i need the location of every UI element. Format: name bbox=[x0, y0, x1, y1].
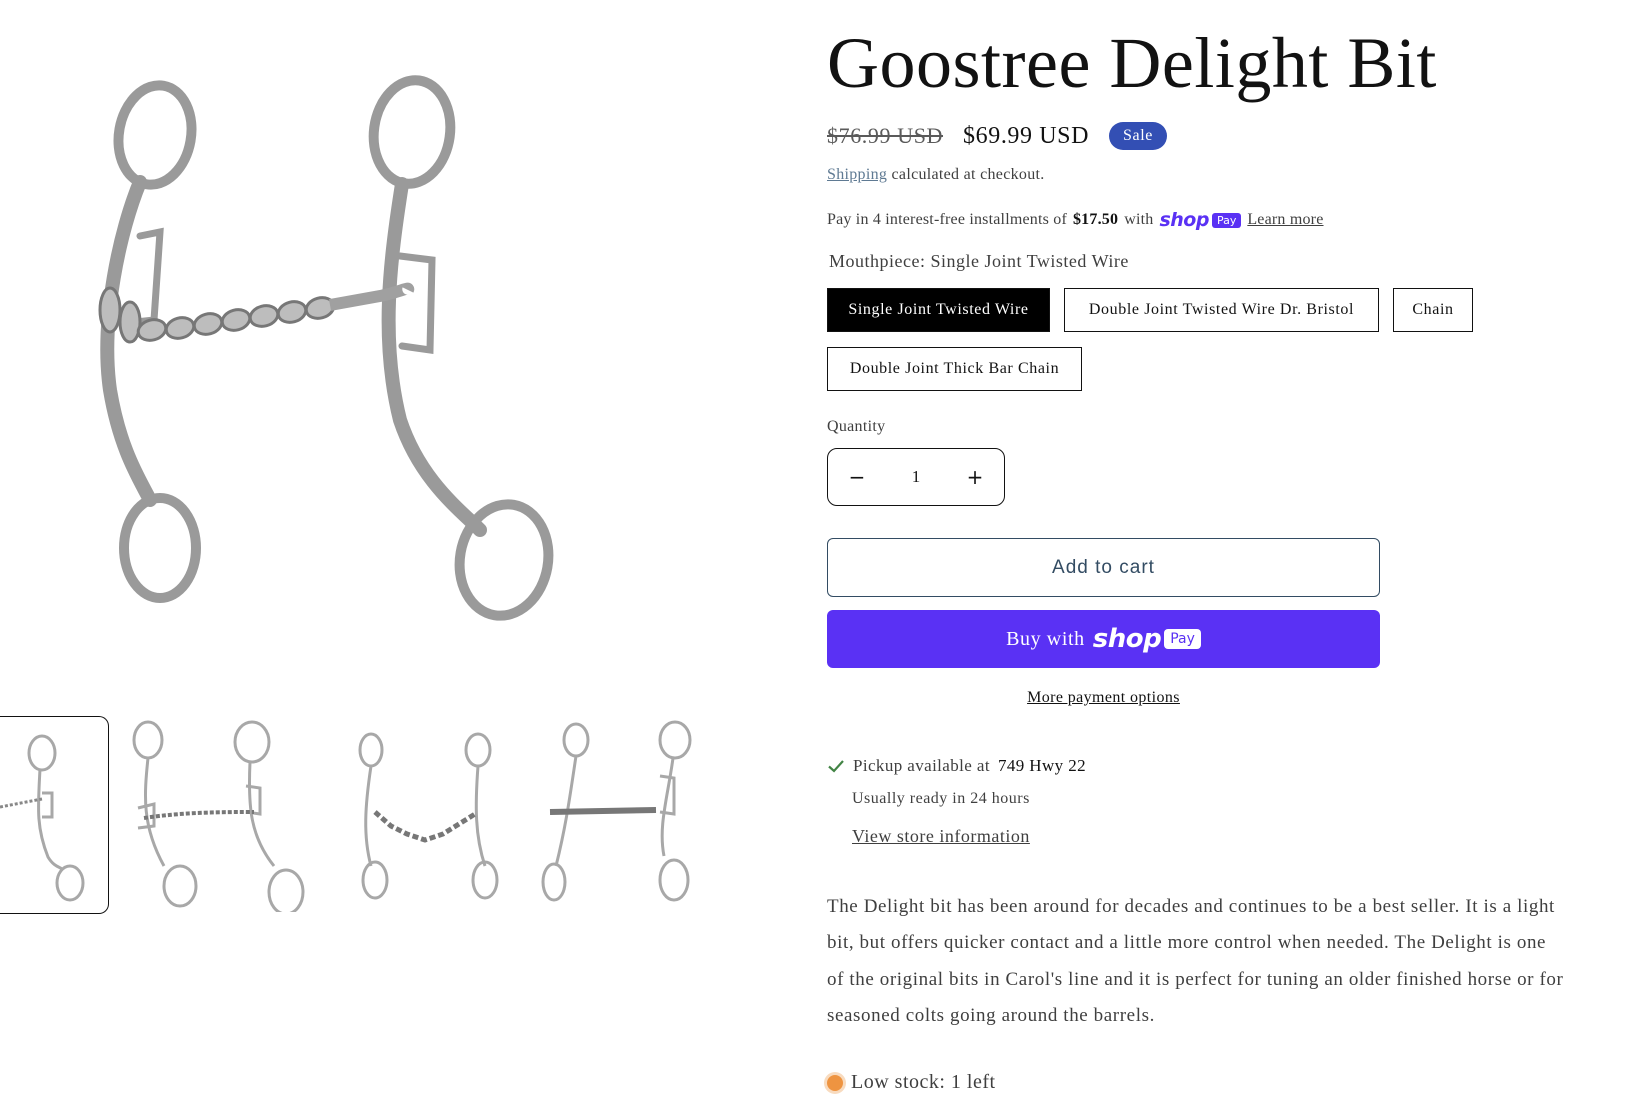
thumbnail-2[interactable] bbox=[124, 716, 314, 912]
variant-label: Mouthpiece: Single Joint Twisted Wire bbox=[829, 251, 1129, 271]
shop-pay-logo: shop Pay bbox=[1093, 624, 1201, 654]
variant-option-double-joint-thick-bar-chain[interactable]: Double Joint Thick Bar Chain bbox=[827, 347, 1082, 391]
variant-option-double-joint-twisted-wire-dr-bristol[interactable]: Double Joint Twisted Wire Dr. Bristol bbox=[1064, 288, 1379, 332]
pickup-prefix: Pickup available at bbox=[853, 756, 990, 775]
thumbnail-1[interactable] bbox=[0, 716, 109, 914]
low-stock-text: Low stock: 1 left bbox=[851, 1071, 996, 1093]
quantity-input[interactable]: 1 bbox=[896, 467, 936, 487]
pay-logo-box: Pay bbox=[1211, 212, 1242, 228]
shop-logo-text: shop bbox=[1159, 209, 1209, 231]
pickup-ready-time: Usually ready in 24 hours bbox=[852, 790, 1030, 807]
thumbnail-3[interactable] bbox=[335, 716, 525, 912]
more-payment-options-link[interactable]: More payment options bbox=[827, 689, 1380, 707]
stock-dot-icon bbox=[827, 1074, 843, 1091]
installments-with: with bbox=[1124, 211, 1154, 228]
pickup-availability: Pickup available at 749 Hwy 22 Usually r… bbox=[827, 756, 1527, 846]
buy-with-label: Buy with bbox=[1006, 627, 1085, 650]
variant-option-chain[interactable]: Chain bbox=[1393, 288, 1473, 332]
main-product-image[interactable] bbox=[40, 60, 600, 660]
add-to-cart-button[interactable]: Add to cart bbox=[827, 538, 1380, 597]
buy-with-shop-pay-button[interactable]: Buy with shop Pay bbox=[827, 610, 1380, 668]
learn-more-link[interactable]: Learn more bbox=[1247, 211, 1323, 229]
product-title: Goostree Delight Bit bbox=[827, 23, 1437, 103]
variant-option-single-joint-twisted-wire[interactable]: Single Joint Twisted Wire bbox=[827, 288, 1050, 332]
quantity-label: Quantity bbox=[827, 418, 886, 435]
shipping-note: Shipping calculated at checkout. bbox=[827, 166, 1045, 184]
sale-price: $69.99 USD bbox=[963, 122, 1090, 149]
thumbnail-4[interactable] bbox=[540, 716, 720, 912]
quantity-stepper: − 1 + bbox=[827, 448, 1005, 506]
compare-at-price: $76.99 USD bbox=[827, 123, 944, 148]
product-description: The Delight bit has been around for deca… bbox=[827, 896, 1564, 1027]
shop-pay-installments: Pay in 4 interest-free installments of $… bbox=[827, 209, 1324, 231]
check-icon bbox=[828, 760, 844, 773]
inventory-status: Low stock: 1 left bbox=[827, 1071, 996, 1094]
pickup-location: 749 Hwy 22 bbox=[997, 756, 1087, 775]
shop-pay-logo: shop Pay bbox=[1159, 209, 1242, 231]
view-store-information-link[interactable]: View store information bbox=[852, 826, 1030, 847]
quantity-decrease-button[interactable]: − bbox=[828, 449, 886, 505]
pickup-status: Pickup available at 749 Hwy 22 bbox=[827, 756, 1527, 776]
pay-logo-box: Pay bbox=[1164, 629, 1201, 649]
shipping-link[interactable]: Shipping bbox=[827, 166, 887, 183]
price-row: $76.99 USD $69.99 USD Sale bbox=[827, 122, 1167, 150]
installments-prefix: Pay in 4 interest-free installments of bbox=[827, 211, 1067, 228]
shop-logo-text: shop bbox=[1092, 624, 1162, 654]
thumbnail-strip bbox=[0, 716, 760, 916]
installment-amount: $17.50 bbox=[1072, 211, 1119, 228]
quantity-increase-button[interactable]: + bbox=[946, 449, 1004, 505]
sale-badge: Sale bbox=[1109, 122, 1167, 150]
shipping-text: calculated at checkout. bbox=[891, 166, 1045, 183]
